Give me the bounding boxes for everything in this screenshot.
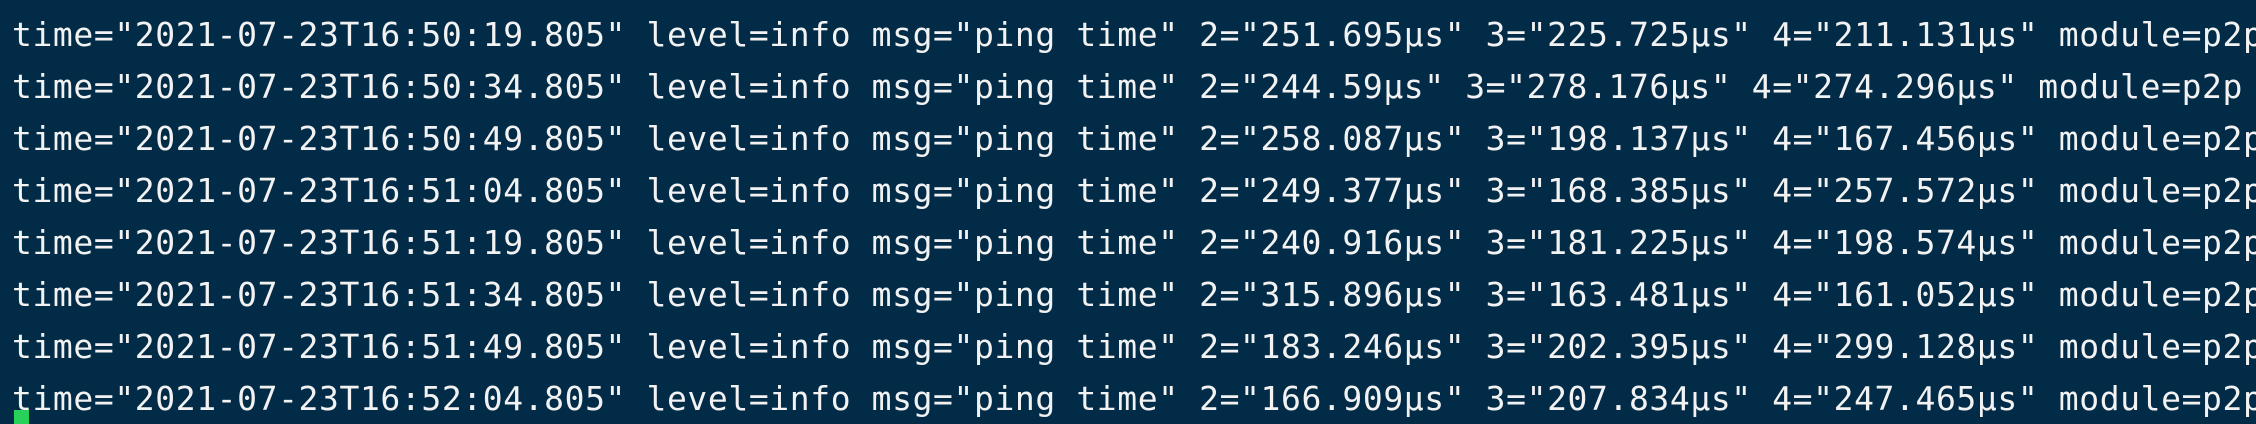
log-line: time="2021-07-23T16:51:04.805" level=inf… — [12, 171, 2256, 210]
log-line: time="2021-07-23T16:52:04.805" level=inf… — [12, 379, 2256, 418]
log-line: time="2021-07-23T16:50:34.805" level=inf… — [12, 67, 2243, 106]
terminal-cursor — [14, 410, 29, 424]
log-line: time="2021-07-23T16:51:19.805" level=inf… — [12, 223, 2256, 262]
terminal-output[interactable]: time="2021-07-23T16:50:19.805" level=inf… — [0, 0, 2256, 424]
log-line: time="2021-07-23T16:51:49.805" level=inf… — [12, 327, 2256, 366]
log-line: time="2021-07-23T16:50:19.805" level=inf… — [12, 15, 2256, 54]
log-line: time="2021-07-23T16:50:49.805" level=inf… — [12, 119, 2256, 158]
log-line: time="2021-07-23T16:51:34.805" level=inf… — [12, 275, 2256, 314]
